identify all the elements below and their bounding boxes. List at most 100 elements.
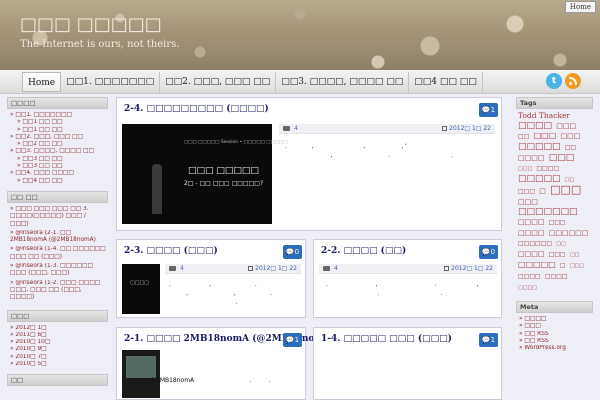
archive-link[interactable]: 2011□ 6□: [10, 332, 106, 339]
tag-link[interactable]: □□□□: [536, 165, 559, 172]
tag-link[interactable]: □□□: [534, 131, 557, 140]
comment-count-badge[interactable]: 💬0: [479, 245, 498, 259]
post-category[interactable]: 4: [180, 265, 184, 272]
post-title[interactable]: 2-2. □□□□ (□□): [321, 246, 406, 256]
post-thumbnail[interactable]: □□□□: [122, 264, 160, 314]
comment-count-badge[interactable]: 💬1: [479, 333, 498, 347]
tag-link[interactable]: □□□: [518, 166, 532, 172]
tag-link[interactable]: □□□: [549, 251, 566, 258]
rss-icon[interactable]: [565, 73, 581, 89]
post-title[interactable]: 2-1. □□□□ 2MB18nomA (@2MB18nomA): [124, 334, 335, 344]
post-title[interactable]: 1-4. □□□□□ □□□ (□□□): [321, 334, 452, 344]
calendar-icon: [442, 126, 448, 131]
post-meta: 4 2012□ 1□ 22: [165, 264, 301, 274]
tag-link[interactable]: □: [539, 187, 546, 195]
main-nav: Home □□1. □□□□□□□ □□2. □□□, □□□ □□ □□3. …: [0, 70, 600, 94]
category-link[interactable]: □□3 □□ □□: [10, 163, 106, 170]
folder-icon: [283, 126, 290, 131]
tag-link[interactable]: □□□□□: [518, 260, 556, 269]
tag-link[interactable]: □: [560, 262, 566, 269]
calendar-icon: [248, 266, 254, 271]
tag-link[interactable]: □□□□□□: [549, 229, 589, 237]
recent-comment-link[interactable]: @iriseora (2-1. □□ 2MB18nomA (@2MB18nomA…: [10, 230, 106, 245]
archive-link[interactable]: 2010□ 5□: [10, 361, 106, 368]
tag-link[interactable]: □□: [565, 144, 576, 151]
category-link[interactable]: □□2 □□ □□: [10, 141, 106, 148]
recent-comment-link[interactable]: □□□ □□□ □□□ □□ 3. □□□□(□□□□□) □□□ / □□□): [10, 206, 106, 228]
nav-item-home[interactable]: Home: [22, 72, 62, 92]
post-title[interactable]: 2-3. □□□□ (□□□): [124, 246, 218, 256]
category-link[interactable]: □□3. □□□□, □□□□ □□: [10, 148, 106, 155]
tag-link[interactable]: Todd Thacker: [518, 111, 570, 120]
meta-link[interactable]: □□□: [519, 323, 591, 330]
tag-link[interactable]: □□□: [550, 183, 581, 196]
post-category[interactable]: 4: [294, 125, 298, 132]
tag-link[interactable]: □□□: [518, 188, 535, 195]
meta-link[interactable]: □□□□: [519, 316, 591, 323]
recent-comment-link[interactable]: @iriseora (1-3. □□□□□□ □□□ (□□□, □□□): [10, 263, 106, 278]
tag-link[interactable]: □□□: [556, 122, 576, 130]
post-title[interactable]: 2-4. □□□□□□□□□ (□□□□): [124, 104, 269, 114]
post-thumbnail[interactable]: □□□ □□□□□ Session • □□□□□ □□□□□ □□□ □□□□…: [122, 124, 288, 224]
archive-link[interactable]: 2012□ 1□: [10, 325, 106, 332]
tag-link[interactable]: □□: [518, 133, 529, 140]
category-link[interactable]: □□1. □□□□□□□: [10, 112, 106, 119]
tag-link[interactable]: □□□□: [518, 154, 544, 162]
post-card: 2-2. □□□□ (□□) 💬0 4 2012□ 1□ 22 . , . , …: [313, 239, 502, 318]
widget-title: □□□□: [7, 97, 108, 109]
tag-link[interactable]: □□□□□□□: [518, 207, 578, 217]
category-link[interactable]: □□4 □□ □□: [10, 178, 106, 185]
twitter-icon[interactable]: t: [546, 73, 562, 89]
tag-link[interactable]: □□□□: [518, 229, 544, 237]
meta-widget: Meta □□□□□□□□□ RSS□□ RSSWordPress.org: [516, 301, 593, 354]
tag-link[interactable]: □□□□□□: [518, 240, 552, 247]
tag-link[interactable]: □□□: [570, 263, 584, 269]
tag-link[interactable]: □□: [556, 241, 565, 247]
recent-comment-link[interactable]: @iriseora (1-2. □□□ □□□□ □□□, □□□ □□ (□□…: [10, 280, 106, 302]
category-link[interactable]: □□3 □□ □□: [10, 156, 106, 163]
home-button[interactable]: Home: [564, 1, 596, 13]
comment-count-badge[interactable]: 💬0: [283, 245, 302, 259]
meta-link[interactable]: □□ RSS: [519, 331, 591, 338]
nav-item-part4[interactable]: □□4 □□ □□: [409, 72, 483, 92]
meta-link[interactable]: WordPress.org: [519, 345, 591, 352]
comment-count-badge[interactable]: 💬1: [283, 333, 302, 347]
tag-link[interactable]: □□□□: [518, 250, 544, 258]
tag-link[interactable]: □□□: [549, 153, 575, 163]
archive-link[interactable]: 2010□ 7□: [10, 354, 106, 361]
nav-item-part2[interactable]: □□2. □□□, □□□ □□: [160, 72, 277, 92]
archive-list: 2012□ 1□2011□ 6□2010□ 10□2010□ 9□2010□ 7…: [7, 322, 108, 371]
meta-link[interactable]: □□ RSS: [519, 338, 591, 345]
post-excerpt: . , . , , . .: [169, 281, 272, 306]
nav-item-part3[interactable]: □□3. □□□□, □□□□ □□: [276, 72, 410, 92]
tag-link[interactable]: □□□□: [518, 218, 544, 226]
category-link[interactable]: □□1 □□ □□: [10, 127, 106, 134]
site-title[interactable]: □□□ □□□□□: [20, 14, 162, 35]
post-category[interactable]: 4: [334, 265, 338, 272]
left-sidebar: □□□□ □□1. □□□□□□□□□1 □□ □□□□1 □□ □□□□2. …: [7, 97, 108, 390]
post-card: 2-4. □□□□□□□□□ (□□□□) 💬1 4 2012□ 1□ 22 □…: [116, 97, 502, 231]
tag-link[interactable]: □□□: [549, 219, 566, 226]
archive-link[interactable]: 2010□ 9□: [10, 346, 106, 353]
tag-link[interactable]: □□□□□: [518, 142, 561, 152]
tag-link[interactable]: □□□: [518, 198, 538, 206]
folder-icon: [323, 266, 330, 271]
post-thumbnail[interactable]: [122, 350, 160, 398]
nav-item-part1[interactable]: □□1. □□□□□□□: [61, 72, 161, 92]
tag-link[interactable]: □□□□: [518, 273, 541, 280]
speech-bubble-icon: 💬: [481, 248, 491, 256]
tag-link[interactable]: □□□: [561, 132, 581, 140]
tag-link[interactable]: □□: [570, 252, 579, 258]
tags-widget: Tags Todd Thacker □□□□ □□□ □□ □□□ □□□ □□…: [516, 97, 593, 293]
category-link[interactable]: □□2. □□□, □□□ □□: [10, 134, 106, 141]
tag-link[interactable]: □□□□: [545, 273, 568, 280]
recent-comment-link[interactable]: @iriseora (1-4. □□ □□□□□□ □□□ □□ (□□□): [10, 246, 106, 261]
comment-count-badge[interactable]: 💬1: [479, 103, 498, 117]
category-link[interactable]: □□4. □□□ □□□□: [10, 170, 106, 177]
archive-link[interactable]: 2010□ 10□: [10, 339, 106, 346]
post-excerpt: @2MB18nomA . .: [150, 377, 271, 384]
recent-comments-widget: □□ □□ □□□ □□□ □□□ □□ 3. □□□□(□□□□□) □□□ …: [7, 190, 108, 306]
category-link[interactable]: □□1 □□ □□: [10, 119, 106, 126]
tag-link[interactable]: □□□□: [518, 285, 537, 291]
tag-link[interactable]: □□□□: [518, 121, 552, 131]
